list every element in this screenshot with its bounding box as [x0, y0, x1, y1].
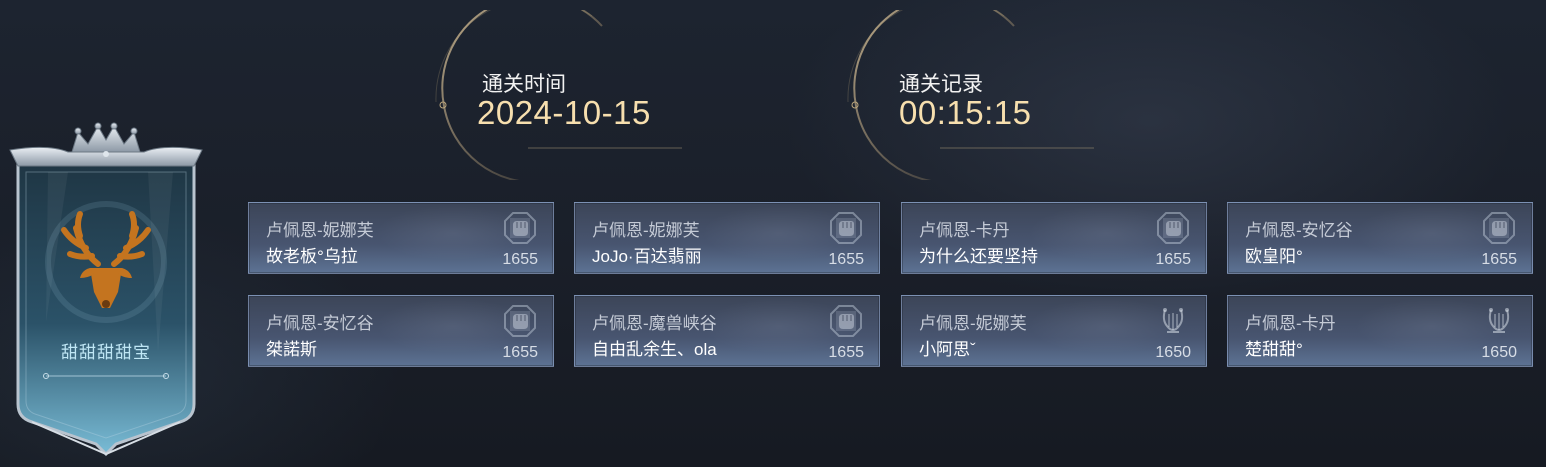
player-server-guild: 卢佩恩-妮娜芙 — [592, 221, 700, 240]
player-name: 自由乱余生、ola — [592, 340, 717, 359]
fist-badge-icon — [504, 305, 536, 337]
player-name: 楚甜甜° — [1245, 340, 1303, 359]
player-score: 1655 — [502, 251, 538, 268]
lyre-icon — [1162, 308, 1184, 333]
player-server-guild: 卢佩恩-妮娜芙 — [266, 221, 374, 240]
clear-record-stat: 通关记录 00:15:15 — [844, 10, 1104, 180]
player-name: 欧皇阳° — [1245, 247, 1303, 266]
guild-crest: 甜甜甜甜宝 — [8, 122, 204, 462]
player-card[interactable]: 卢佩恩-魔兽峡谷 自由乱余生、ola 1655 — [574, 295, 880, 367]
player-card[interactable]: 卢佩恩-安忆谷 桀諾斯 1655 — [248, 295, 554, 367]
fist-badge-icon — [504, 212, 536, 244]
deer-emblem-icon — [61, 211, 151, 308]
player-score: 1650 — [1481, 344, 1517, 361]
player-server-guild: 卢佩恩-魔兽峡谷 — [592, 314, 717, 333]
player-server-guild: 卢佩恩-卡丹 — [919, 221, 1010, 240]
player-card[interactable]: 卢佩恩-妮娜芙 故老板°乌拉 1655 — [248, 202, 554, 274]
clear-date-stat: 通关时间 2024-10-15 — [432, 10, 692, 180]
player-card[interactable]: 卢佩恩-卡丹 为什么还要坚持 1655 — [901, 202, 1207, 274]
player-card[interactable]: 卢佩恩-卡丹 楚甜甜° 1650 — [1227, 295, 1533, 367]
player-score: 1655 — [502, 344, 538, 361]
fist-badge-icon — [830, 212, 862, 244]
guild-name: 甜甜甜甜宝 — [61, 343, 151, 362]
player-name: JoJo·百达翡丽 — [592, 247, 702, 266]
clear-date-value: 2024-10-15 — [477, 94, 651, 131]
player-score: 1655 — [828, 344, 864, 361]
player-name: 桀諾斯 — [266, 340, 317, 359]
player-score: 1655 — [828, 251, 864, 268]
player-score: 1655 — [1481, 251, 1517, 268]
player-card[interactable]: 卢佩恩-安忆谷 欧皇阳° 1655 — [1227, 202, 1533, 274]
player-server-guild: 卢佩恩-安忆谷 — [266, 314, 374, 333]
player-server-guild: 卢佩恩-卡丹 — [1245, 314, 1336, 333]
player-card[interactable]: 卢佩恩-妮娜芙 小阿思ˇ 1650 — [901, 295, 1207, 367]
player-score: 1655 — [1155, 251, 1191, 268]
lyre-icon — [1488, 308, 1510, 333]
fist-badge-icon — [830, 305, 862, 337]
player-name: 为什么还要坚持 — [919, 247, 1038, 266]
player-name: 故老板°乌拉 — [266, 247, 358, 266]
fist-badge-icon — [1483, 212, 1515, 244]
player-server-guild: 卢佩恩-妮娜芙 — [919, 314, 1027, 333]
clear-record-value: 00:15:15 — [899, 94, 1032, 131]
player-name: 小阿思ˇ — [919, 340, 976, 359]
player-server-guild: 卢佩恩-安忆谷 — [1245, 221, 1353, 240]
player-score: 1650 — [1155, 344, 1191, 361]
player-card[interactable]: 卢佩恩-妮娜芙 JoJo·百达翡丽 1655 — [574, 202, 880, 274]
fist-badge-icon — [1157, 212, 1189, 244]
